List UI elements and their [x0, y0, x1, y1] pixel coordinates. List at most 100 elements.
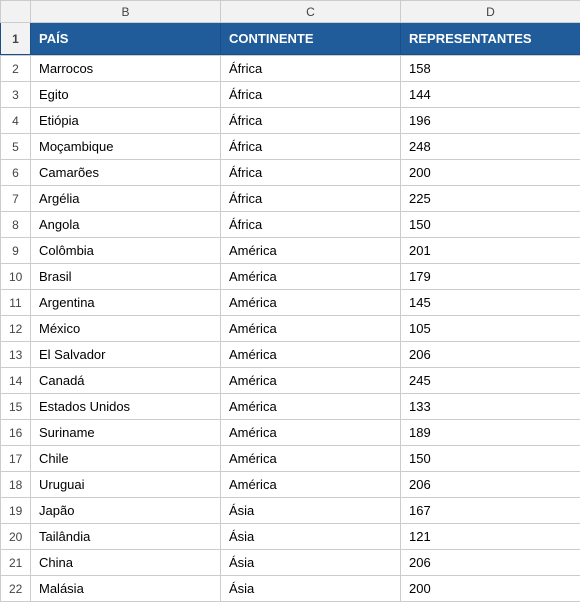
- table-row: 20TailândiaÁsia121: [1, 524, 580, 550]
- cell-continente: África: [221, 134, 401, 160]
- table-row: 11ArgentinaAmérica145: [1, 290, 580, 316]
- cell-continente: América: [221, 290, 401, 316]
- cell-continente: América: [221, 238, 401, 264]
- table-row: 4EtiópiaÁfrica196: [1, 108, 580, 134]
- header-pais: PAÍS: [31, 23, 221, 55]
- cell-pais: Argélia: [31, 186, 221, 212]
- cell-representantes: 201: [401, 238, 580, 264]
- title-row: 1 PAÍS CONTINENTE REPRESENTANTES: [1, 23, 580, 55]
- cell-pais: Suriname: [31, 420, 221, 446]
- table-row: 6CamarõesÁfrica200: [1, 160, 580, 186]
- row-number: 19: [1, 498, 31, 524]
- row-number: 14: [1, 368, 31, 394]
- cell-pais: Camarões: [31, 160, 221, 186]
- cell-continente: Ásia: [221, 498, 401, 524]
- row-number: 22: [1, 576, 31, 602]
- table-row: 17ChileAmérica150: [1, 446, 580, 472]
- cell-representantes: 248: [401, 134, 580, 160]
- column-header-row: B C D: [1, 1, 580, 23]
- cell-representantes: 206: [401, 550, 580, 576]
- row-number: 15: [1, 394, 31, 420]
- cell-pais: Chile: [31, 446, 221, 472]
- cell-pais: México: [31, 316, 221, 342]
- header-continente: CONTINENTE: [221, 23, 401, 55]
- row-number: 11: [1, 290, 31, 316]
- cell-representantes: 145: [401, 290, 580, 316]
- cell-representantes: 105: [401, 316, 580, 342]
- cell-pais: Argentina: [31, 290, 221, 316]
- cell-pais: Colômbia: [31, 238, 221, 264]
- cell-continente: América: [221, 342, 401, 368]
- cell-pais: Marrocos: [31, 56, 221, 82]
- col-b-header: B: [31, 1, 221, 23]
- table-row: 10BrasilAmérica179: [1, 264, 580, 290]
- row-number: 4: [1, 108, 31, 134]
- row-number: 17: [1, 446, 31, 472]
- cell-representantes: 133: [401, 394, 580, 420]
- table-row: 3EgitoÁfrica144: [1, 82, 580, 108]
- cell-pais: China: [31, 550, 221, 576]
- spreadsheet-table: B C D 1 PAÍS CONTINENTE REPRESENTANTES: [0, 0, 580, 55]
- cell-pais: El Salvador: [31, 342, 221, 368]
- table-row: 16SurinameAmérica189: [1, 420, 580, 446]
- col-c-header: C: [221, 1, 401, 23]
- cell-representantes: 189: [401, 420, 580, 446]
- cell-continente: América: [221, 264, 401, 290]
- cell-pais: Etiópia: [31, 108, 221, 134]
- table-row: 9ColômbiaAmérica201: [1, 238, 580, 264]
- cell-representantes: 200: [401, 576, 580, 602]
- row-number: 21: [1, 550, 31, 576]
- row-number: 2: [1, 56, 31, 82]
- row-number: 10: [1, 264, 31, 290]
- col-d-header: D: [401, 1, 580, 23]
- table-row: 22MalásiaÁsia200: [1, 576, 580, 602]
- row-number: 20: [1, 524, 31, 550]
- table-row: 8AngolaÁfrica150: [1, 212, 580, 238]
- cell-pais: Moçambique: [31, 134, 221, 160]
- cell-representantes: 167: [401, 498, 580, 524]
- row-number: 16: [1, 420, 31, 446]
- cell-representantes: 150: [401, 212, 580, 238]
- row-number: 3: [1, 82, 31, 108]
- cell-continente: América: [221, 472, 401, 498]
- cell-representantes: 206: [401, 472, 580, 498]
- cell-representantes: 144: [401, 82, 580, 108]
- row-number: 12: [1, 316, 31, 342]
- cell-representantes: 121: [401, 524, 580, 550]
- cell-representantes: 158: [401, 56, 580, 82]
- cell-continente: África: [221, 108, 401, 134]
- table-row: 18UruguaiAmérica206: [1, 472, 580, 498]
- cell-continente: América: [221, 368, 401, 394]
- corner-cell: [1, 1, 31, 23]
- row-number: 7: [1, 186, 31, 212]
- table-row: 12MéxicoAmérica105: [1, 316, 580, 342]
- table-row: 15Estados UnidosAmérica133: [1, 394, 580, 420]
- table-row: 19JapãoÁsia167: [1, 498, 580, 524]
- cell-continente: Ásia: [221, 524, 401, 550]
- row-number: 9: [1, 238, 31, 264]
- cell-continente: África: [221, 212, 401, 238]
- cell-continente: Ásia: [221, 550, 401, 576]
- cell-continente: América: [221, 420, 401, 446]
- row-number: 5: [1, 134, 31, 160]
- cell-pais: Uruguai: [31, 472, 221, 498]
- table-row: 7ArgéliaÁfrica225: [1, 186, 580, 212]
- cell-representantes: 225: [401, 186, 580, 212]
- cell-representantes: 200: [401, 160, 580, 186]
- cell-representantes: 179: [401, 264, 580, 290]
- cell-continente: África: [221, 82, 401, 108]
- cell-pais: Egito: [31, 82, 221, 108]
- cell-continente: Ásia: [221, 576, 401, 602]
- row-number: 8: [1, 212, 31, 238]
- cell-pais: Brasil: [31, 264, 221, 290]
- cell-continente: África: [221, 56, 401, 82]
- table-row: 14CanadáAmérica245: [1, 368, 580, 394]
- table-row: 5MoçambiqueÁfrica248: [1, 134, 580, 160]
- cell-continente: África: [221, 186, 401, 212]
- cell-continente: África: [221, 160, 401, 186]
- row-num-1: 1: [1, 23, 31, 55]
- cell-pais: Malásia: [31, 576, 221, 602]
- table-row: 2MarrocosÁfrica158: [1, 56, 580, 82]
- table-row: 21ChinaÁsia206: [1, 550, 580, 576]
- row-number: 18: [1, 472, 31, 498]
